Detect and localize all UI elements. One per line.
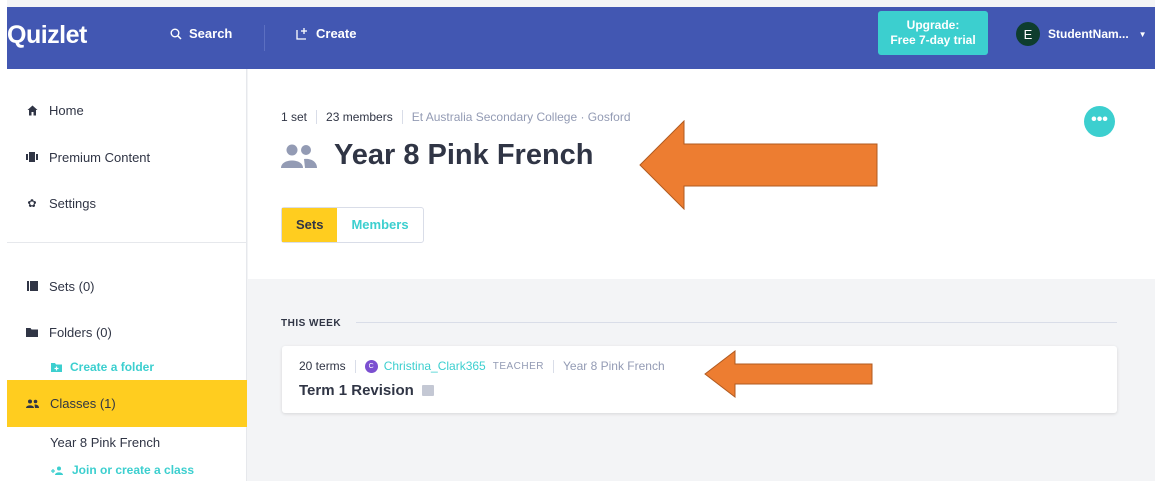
group-icon <box>281 144 317 168</box>
sidebar-class-item[interactable]: Year 8 Pink French <box>50 435 160 450</box>
sidebar-item-classes[interactable]: Classes (1) <box>7 380 247 427</box>
creator-avatar: C <box>364 359 378 373</box>
page-title: Year 8 Pink French <box>334 139 594 171</box>
set-title: Term 1 Revision <box>299 382 434 399</box>
section-label: THIS WEEK <box>281 318 342 329</box>
add-folder-icon <box>51 363 62 372</box>
upgrade-button[interactable]: Upgrade: Free 7-day trial <box>878 11 988 55</box>
sidebar-item-label: Sets (0) <box>49 278 95 294</box>
sidebar: Home Premium Content ✿ Settings Sets (0)… <box>7 69 247 481</box>
sidebar-item-folders[interactable]: Folders (0) <box>7 321 247 343</box>
set-count: 1 set <box>281 110 308 124</box>
meta-divider <box>316 110 318 124</box>
username: StudentNam... <box>1048 27 1129 41</box>
chevron-down-icon: ▼ <box>1138 29 1147 39</box>
home-icon <box>26 104 38 116</box>
set-card-meta: 20 terms C Christina_Clark365 TEACHER Ye… <box>299 359 665 373</box>
search-button[interactable]: Search <box>170 26 232 41</box>
member-count: 23 members <box>326 110 393 124</box>
create-folder-link[interactable]: Create a folder <box>51 360 154 374</box>
class-meta: 1 set 23 members Et Australia Secondary … <box>281 110 631 124</box>
set-title-text: Term 1 Revision <box>299 382 414 399</box>
header-divider <box>264 25 265 51</box>
class-tabs: Sets Members <box>281 207 424 243</box>
sidebar-item-label: Home <box>49 102 84 118</box>
annotation-arrow-set <box>704 350 873 398</box>
sets-icon <box>26 280 38 292</box>
school-name[interactable]: Et Australia Secondary College · Gosford <box>412 110 631 124</box>
search-icon <box>170 28 182 40</box>
sidebar-item-label: Classes (1) <box>50 396 116 411</box>
add-class-icon <box>51 466 63 475</box>
upgrade-line1: Upgrade: <box>906 18 960 32</box>
page-title-row: Year 8 Pink French <box>281 139 594 172</box>
top-nav-bar: Quizlet Search Create Upgrade: Free 7-da… <box>7 7 1155 69</box>
sidebar-item-premium[interactable]: Premium Content <box>7 146 247 168</box>
user-menu[interactable]: E StudentNam... ▼ <box>1016 22 1147 46</box>
create-label: Create <box>316 26 357 41</box>
more-options-button[interactable]: ••• <box>1084 106 1115 137</box>
set-class-name: Year 8 Pink French <box>563 359 665 373</box>
term-count: 20 terms <box>299 359 346 373</box>
sidebar-item-label: Premium Content <box>49 149 151 165</box>
image-icon <box>421 385 434 396</box>
set-card[interactable]: 20 terms C Christina_Clark365 TEACHER Ye… <box>282 346 1117 413</box>
create-button[interactable]: Create <box>296 26 356 41</box>
folder-icon <box>26 326 38 338</box>
quizlet-logo[interactable]: Quizlet <box>7 21 87 50</box>
tab-sets[interactable]: Sets <box>282 208 338 242</box>
join-class-label: Join or create a class <box>72 463 195 477</box>
tab-members[interactable]: Members <box>337 208 422 242</box>
sidebar-divider <box>7 242 247 243</box>
gear-icon: ✿ <box>27 197 37 210</box>
meta-divider <box>553 359 555 373</box>
creator-link[interactable]: Christina_Clark365 <box>384 359 486 373</box>
upgrade-line2: Free 7-day trial <box>890 33 976 47</box>
section-divider <box>356 322 1117 323</box>
avatar: E <box>1016 22 1040 46</box>
sidebar-item-label: Folders (0) <box>49 324 112 340</box>
sidebar-item-sets[interactable]: Sets (0) <box>7 275 247 297</box>
meta-divider <box>401 110 403 124</box>
class-icon <box>26 396 39 411</box>
app-frame: Quizlet Search Create Upgrade: Free 7-da… <box>7 0 1155 481</box>
create-folder-label: Create a folder <box>70 360 155 374</box>
meta-divider <box>354 359 356 373</box>
search-label: Search <box>189 26 233 41</box>
sidebar-item-home[interactable]: Home <box>7 99 247 121</box>
premium-icon <box>26 151 38 163</box>
sidebar-item-settings[interactable]: ✿ Settings <box>7 192 247 214</box>
join-class-link[interactable]: Join or create a class <box>51 463 194 477</box>
annotation-arrow-title <box>639 120 878 210</box>
creator-role-badge: TEACHER <box>492 360 545 372</box>
sidebar-item-label: Settings <box>49 195 96 211</box>
create-icon <box>296 28 307 40</box>
